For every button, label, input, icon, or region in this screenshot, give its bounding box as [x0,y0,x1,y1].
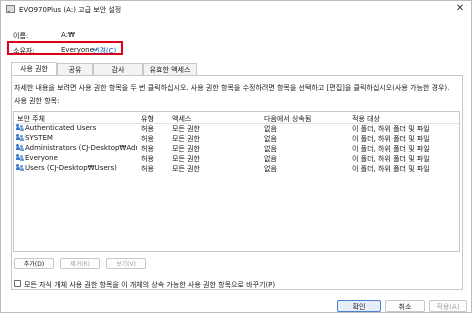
type-cell: 허용 [141,165,154,173]
users-icon [16,144,24,151]
title-bar: EVO970Plus (A:) 고급 보안 설정 ✕ [1,1,471,19]
table-row[interactable]: Users (CJ-Desktop₩Users) 허용 모든 권한 없음 이 폴… [14,163,459,173]
tab-permissions[interactable]: 사용 권한 [11,62,57,76]
tab-effective-access[interactable]: 유효한 액세스 [143,63,197,75]
principal-cell: Administrators (CJ-Desktop₩Adminis... [25,144,137,152]
replace-child-permissions-checkbox[interactable] [14,280,21,287]
applies-cell: 이 폴더, 하위 폴더 및 파일 [352,165,430,173]
ok-button[interactable]: 확인 [337,300,381,312]
window-title: EVO970Plus (A:) 고급 보안 설정 [19,6,122,14]
cancel-button[interactable]: 취소 [385,300,425,312]
principal-cell: Authenticated Users [25,124,97,132]
view-button[interactable]: 보기(V) [106,258,146,269]
users-icon [16,164,24,171]
users-icon [16,124,24,131]
close-icon[interactable]: ✕ [453,3,467,15]
tab-sharing[interactable]: 공유 [57,63,93,75]
tab-auditing[interactable]: 감사 [93,63,143,75]
apply-button[interactable]: 적용(A) [429,300,467,312]
add-button[interactable]: 추가(D) [14,258,54,269]
principal-cell: SYSTEM [25,134,53,142]
owner-value: Everyone [61,46,94,54]
table-row[interactable]: Administrators (CJ-Desktop₩Adminis... 허용… [14,143,459,153]
users-icon [16,154,24,161]
permission-entries-heading: 사용 권한 항목: [14,97,60,105]
advanced-security-settings-window: EVO970Plus (A:) 고급 보안 설정 ✕ 이름: A:₩ 소유자: … [0,0,472,313]
table-row[interactable]: Authenticated Users 허용 모든 권한 없음 이 폴더, 하위… [14,123,459,133]
replace-child-permissions-label[interactable]: 모든 자식 개체 사용 권한 항목을 이 개체의 상속 가능한 사용 권한 항목… [24,280,275,290]
users-icon [16,134,24,141]
change-owner-link[interactable]: 변경(C) [93,46,116,56]
remove-button[interactable]: 제거(R) [60,258,100,269]
permissions-panel: 자세한 내용을 보려면 사용 권한 항목을 두 번 클릭하십시오. 사용 권한 … [11,75,463,290]
table-row[interactable]: Everyone 허용 모든 권한 없음 이 폴더, 하위 폴더 및 파일 [14,153,459,163]
inherited-cell: 없음 [264,165,277,173]
name-label: 이름: [13,32,29,40]
permissions-description: 자세한 내용을 보려면 사용 권한 항목을 두 번 클릭하십시오. 사용 권한 … [14,84,450,92]
access-cell: 모든 권한 [172,165,200,173]
permission-entries-table[interactable]: 보안 주체 유형 액세스 다음에서 상속됨 적용 대상 Authenticate… [13,111,460,252]
table-row[interactable]: SYSTEM 허용 모든 권한 없음 이 폴더, 하위 폴더 및 파일 [14,133,459,143]
principal-cell: Users (CJ-Desktop₩Users) [25,164,117,172]
drive-icon [6,5,15,13]
owner-label: 소유자: [13,47,35,55]
principal-cell: Everyone [25,154,58,162]
name-value: A:₩ [61,31,75,39]
